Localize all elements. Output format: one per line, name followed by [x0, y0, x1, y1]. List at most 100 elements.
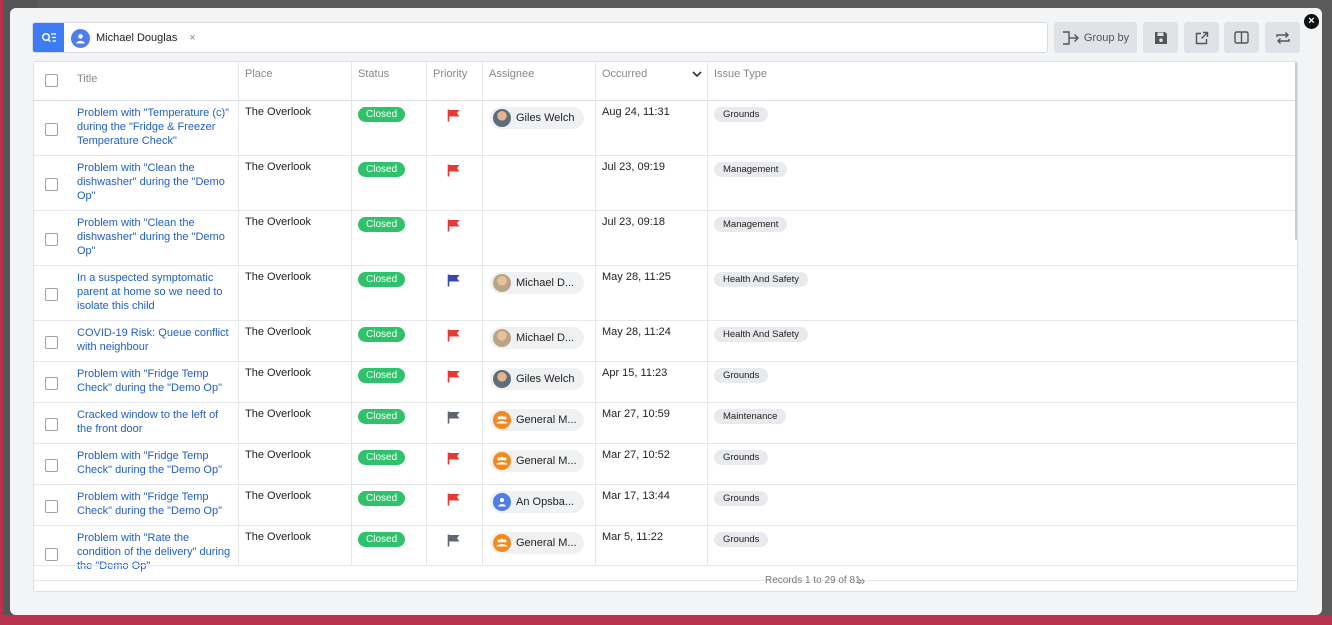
table-row[interactable]: Problem with "Fridge Temp Check" during …: [34, 485, 1297, 526]
occurred-date: May 28, 11:24: [602, 326, 671, 338]
column-header-assignee[interactable]: Assignee: [489, 68, 534, 80]
issue-place: The Overlook: [245, 326, 312, 338]
issues-table: Title Place Status Priority Assignee Occ…: [33, 61, 1298, 592]
row-checkbox[interactable]: [45, 418, 58, 431]
columns-button[interactable]: [1224, 22, 1259, 53]
assignee-name: Giles Welch: [516, 373, 575, 385]
column-header-title[interactable]: Title: [77, 73, 97, 85]
issue-place: The Overlook: [245, 216, 312, 228]
issue-title-link[interactable]: Problem with "Clean the dishwasher" duri…: [77, 161, 235, 203]
table-row[interactable]: Cracked window to the left of the front …: [34, 403, 1297, 444]
row-checkbox[interactable]: [45, 336, 58, 349]
issue-title-link[interactable]: In a suspected symptomatic parent at hom…: [77, 271, 235, 313]
issue-title-link[interactable]: Problem with "Fridge Temp Check" during …: [77, 367, 235, 395]
priority-flag-icon: [447, 274, 460, 287]
table-row[interactable]: Problem with "Fridge Temp Check" during …: [34, 362, 1297, 403]
filter-search-bar[interactable]: Michael Douglas ×: [32, 22, 1048, 53]
next-page-icon[interactable]: »: [858, 573, 865, 588]
issue-place: The Overlook: [245, 106, 312, 118]
issue-place: The Overlook: [245, 367, 312, 379]
row-checkbox[interactable]: [45, 123, 58, 136]
issue-type-badge: Health And Safety: [714, 272, 809, 287]
assignee-chip[interactable]: Giles Welch: [490, 368, 584, 390]
avatar: [493, 109, 511, 127]
external-link-icon: [1195, 31, 1208, 44]
filter-chip-user[interactable]: Michael Douglas ×: [71, 27, 196, 49]
row-checkbox[interactable]: [45, 459, 58, 472]
occurred-date: Mar 27, 10:59: [602, 408, 670, 420]
status-badge: Closed: [358, 450, 406, 465]
issue-type-badge: Management: [714, 162, 788, 177]
issue-type-badge: Grounds: [714, 368, 769, 383]
row-checkbox[interactable]: [45, 377, 58, 390]
row-checkbox[interactable]: [45, 233, 58, 246]
column-header-occurred[interactable]: Occurred: [602, 68, 647, 80]
assignee-chip[interactable]: General M...: [490, 409, 584, 431]
records-count: Records 1 to 29 of 81: [765, 575, 861, 586]
sort-descending-icon[interactable]: [692, 70, 702, 78]
row-checkbox[interactable]: [45, 500, 58, 513]
issue-type-badge: Grounds: [714, 450, 769, 465]
group-by-icon: [1062, 30, 1079, 45]
table-row[interactable]: In a suspected symptomatic parent at hom…: [34, 266, 1297, 321]
save-view-button[interactable]: [1143, 22, 1178, 53]
status-badge: Closed: [358, 532, 406, 547]
group-by-button[interactable]: Group by: [1054, 22, 1137, 53]
assignee-name: General M...: [516, 414, 577, 426]
issue-title-link[interactable]: Problem with "Temperature (c)" during th…: [77, 106, 235, 148]
status-badge: Closed: [358, 107, 406, 122]
table-header: Title Place Status Priority Assignee Occ…: [34, 62, 1297, 101]
close-modal-button[interactable]: ×: [1304, 14, 1319, 29]
issue-title-link[interactable]: Problem with "Fridge Temp Check" during …: [77, 449, 235, 477]
occurred-date: Apr 15, 11:23: [602, 367, 668, 379]
occurred-date: Jul 23, 09:19: [602, 161, 665, 173]
status-badge: Closed: [358, 368, 406, 383]
column-header-status[interactable]: Status: [358, 68, 389, 80]
column-header-place[interactable]: Place: [245, 68, 273, 80]
table-row[interactable]: Problem with "Temperature (c)" during th…: [34, 101, 1297, 156]
row-checkbox[interactable]: [45, 288, 58, 301]
swap-view-button[interactable]: [1265, 22, 1300, 53]
vertical-scrollbar[interactable]: [1295, 62, 1297, 240]
assignee-name: Michael D...: [516, 332, 575, 344]
search-list-icon: [41, 32, 56, 42]
occurred-date: Mar 27, 10:52: [602, 449, 670, 461]
assignee-chip[interactable]: Michael D...: [490, 272, 584, 294]
issue-title-link[interactable]: COVID-19 Risk: Queue conflict with neigh…: [77, 326, 235, 354]
table-row[interactable]: Problem with "Clean the dishwasher" duri…: [34, 211, 1297, 266]
table-row[interactable]: Problem with "Fridge Temp Check" during …: [34, 444, 1297, 485]
table-row[interactable]: COVID-19 Risk: Queue conflict with neigh…: [34, 321, 1297, 362]
search-filter-icon[interactable]: [33, 23, 64, 52]
priority-flag-icon: [447, 219, 460, 232]
column-header-priority[interactable]: Priority: [433, 68, 467, 80]
issue-type-badge: Grounds: [714, 107, 769, 122]
row-checkbox[interactable]: [45, 178, 58, 191]
select-all-checkbox[interactable]: [45, 74, 58, 87]
status-badge: Closed: [358, 327, 406, 342]
occurred-date: Jul 23, 09:18: [602, 216, 665, 228]
issue-title-link[interactable]: Problem with "Fridge Temp Check" during …: [77, 490, 235, 518]
assignee-chip[interactable]: An Opsba...: [490, 491, 584, 513]
occurred-date: Aug 24, 11:31: [602, 106, 670, 118]
issue-type-badge: Health And Safety: [714, 327, 809, 342]
issue-title-link[interactable]: Problem with "Clean the dishwasher" duri…: [77, 216, 235, 258]
priority-flag-icon: [447, 164, 460, 177]
assignee-chip[interactable]: Michael D...: [490, 327, 584, 349]
status-badge: Closed: [358, 162, 406, 177]
issue-title-link[interactable]: Cracked window to the left of the front …: [77, 408, 235, 436]
open-external-button[interactable]: [1184, 22, 1219, 53]
table-row[interactable]: Problem with "Clean the dishwasher" duri…: [34, 156, 1297, 211]
issue-place: The Overlook: [245, 161, 312, 173]
assignee-chip[interactable]: General M...: [490, 450, 584, 472]
assignee-chip[interactable]: Giles Welch: [490, 107, 584, 129]
issue-type-badge: Management: [714, 217, 788, 232]
row-checkbox[interactable]: [45, 548, 58, 561]
avatar: [493, 329, 511, 347]
swap-arrows-icon: [1275, 31, 1290, 44]
assignee-name: General M...: [516, 455, 577, 467]
column-header-issue-type[interactable]: Issue Type: [714, 68, 767, 80]
assignee-name: An Opsba...: [516, 496, 575, 508]
status-badge: Closed: [358, 491, 406, 506]
remove-filter-icon[interactable]: ×: [189, 32, 195, 44]
assignee-chip[interactable]: General M...: [490, 532, 584, 554]
